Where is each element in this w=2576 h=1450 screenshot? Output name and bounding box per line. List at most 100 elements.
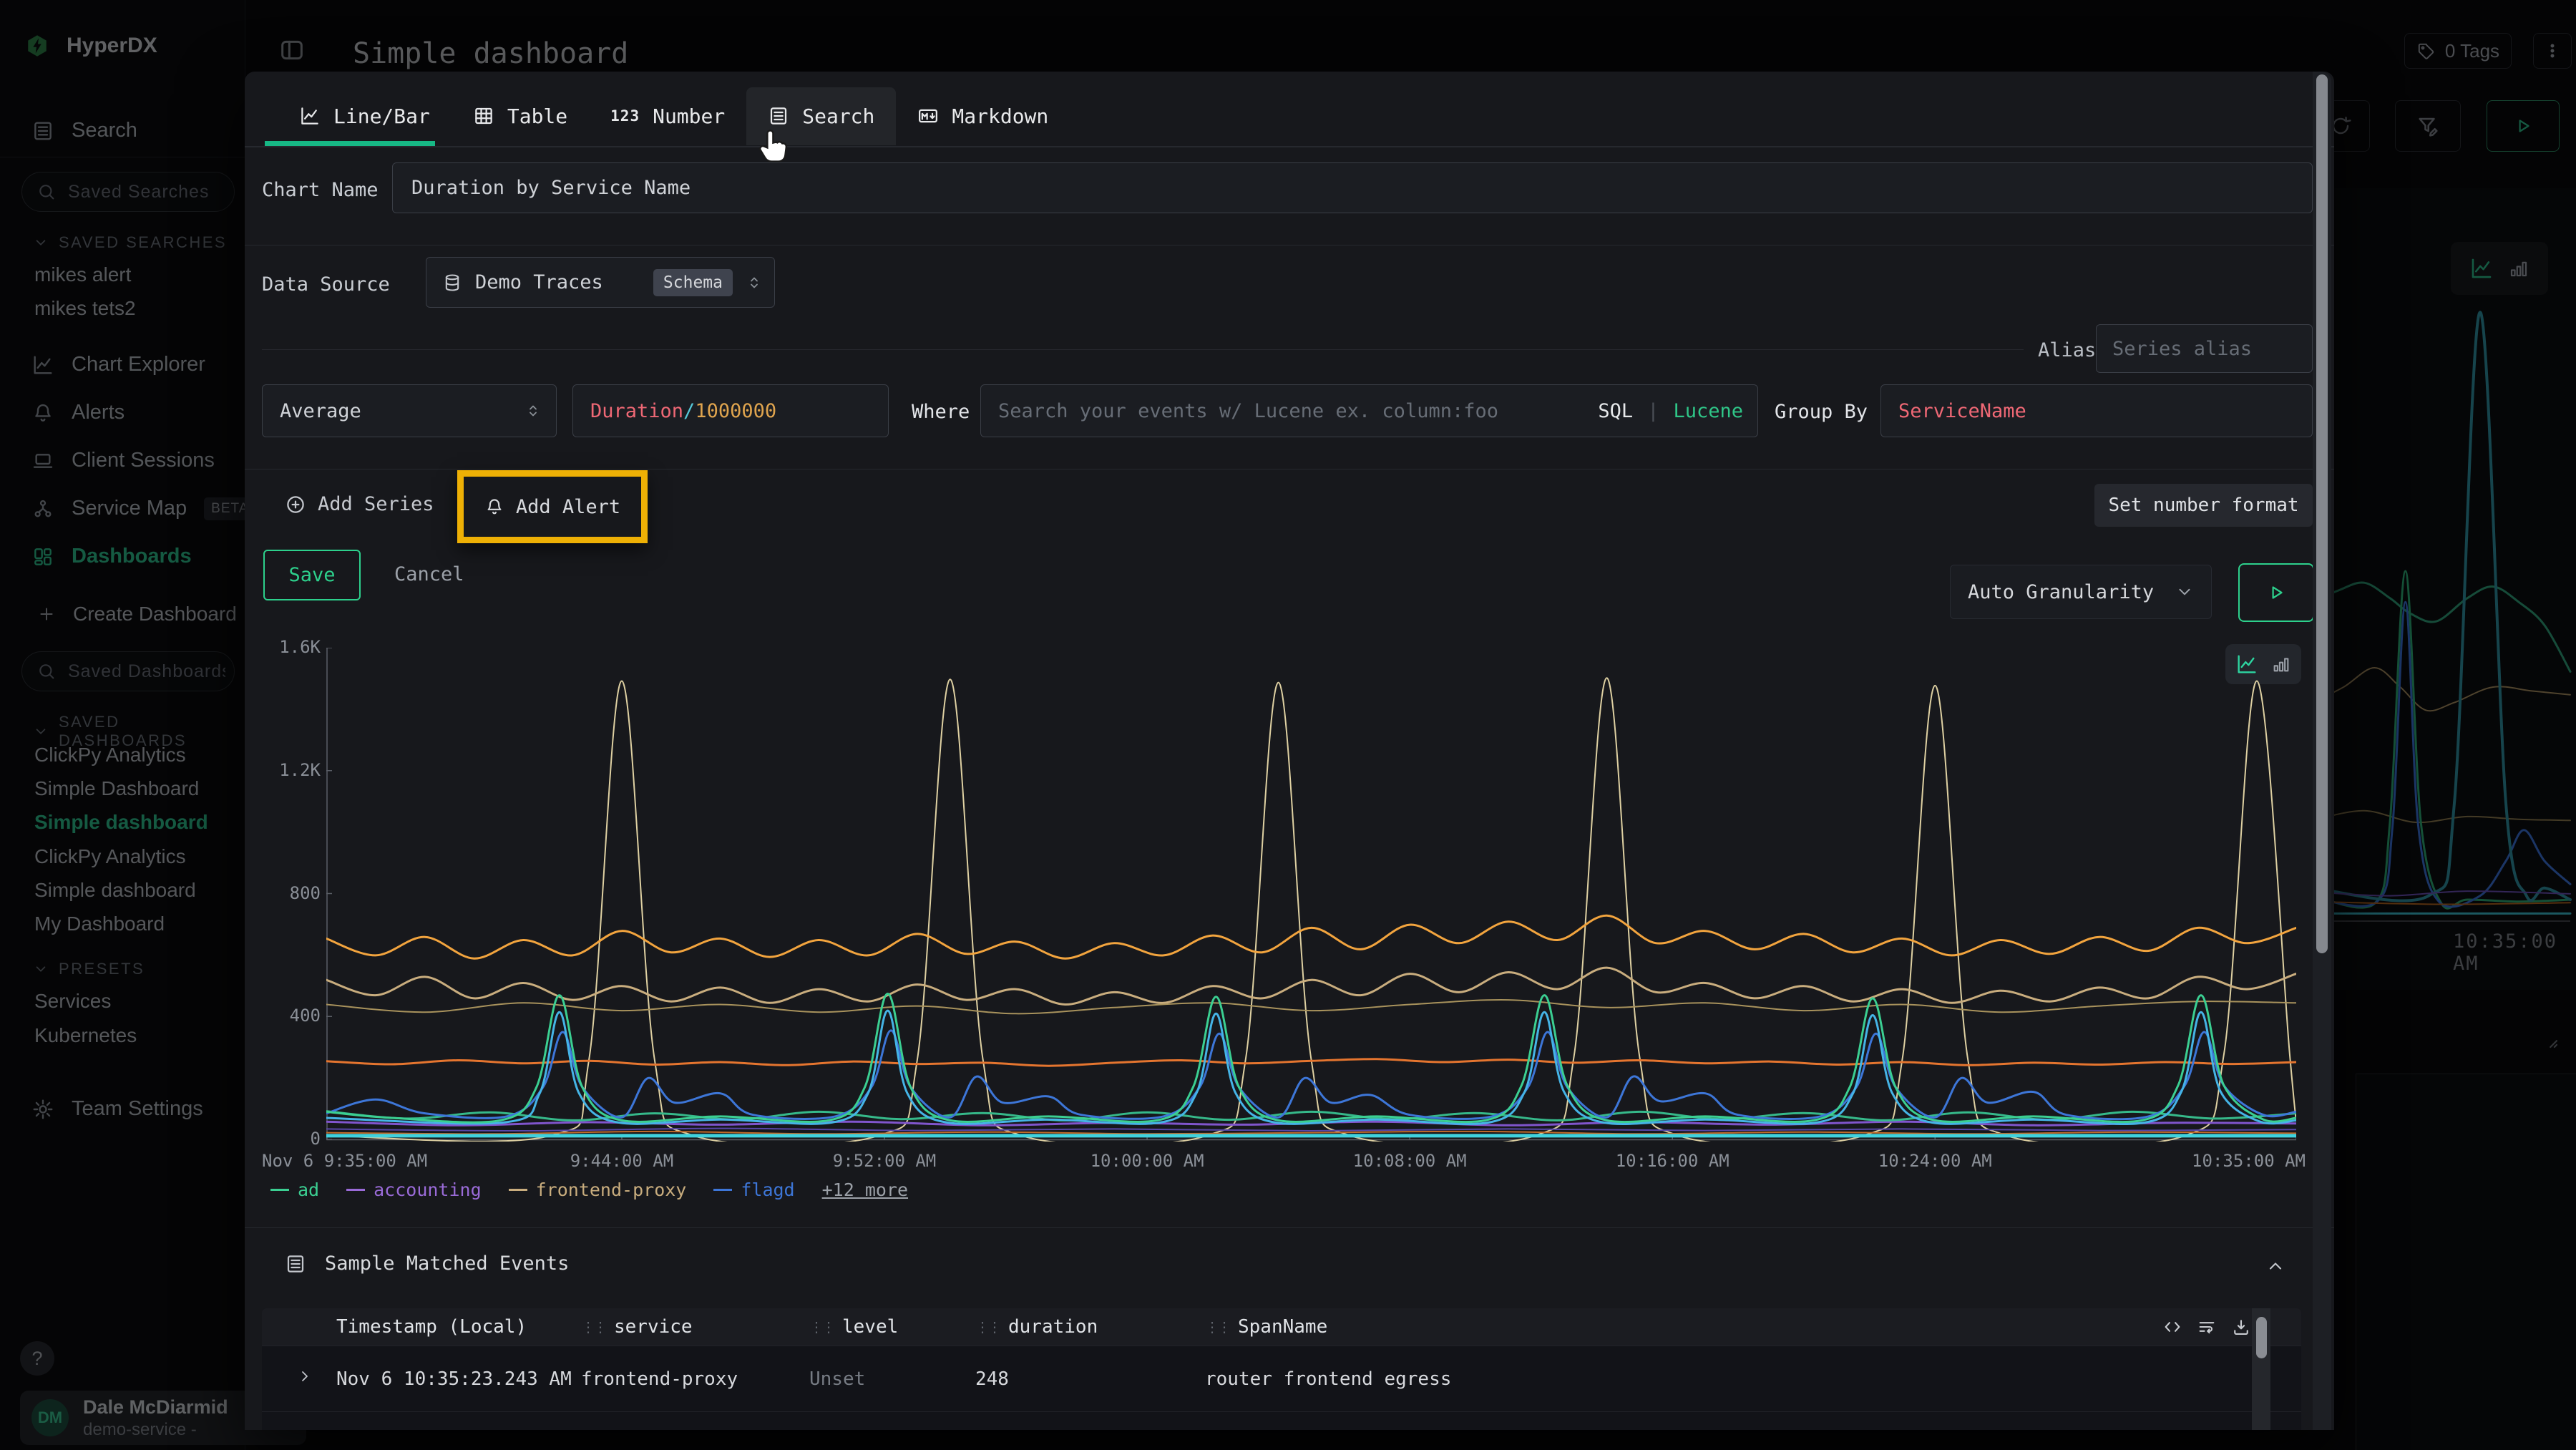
chart-name-input[interactable]: Duration by Service Name [392, 162, 2313, 213]
editor-tabs: Line/BarTable 123 Number Search Markdown [245, 84, 1070, 147]
table-row[interactable]: Nov 6 10:35:23.243 AMfrontend-proxy Unset… [262, 1346, 2301, 1412]
where-search-input[interactable]: Search your events w/ Lucene ex. column:… [980, 384, 1758, 437]
chevron-updown-icon [746, 274, 763, 291]
row-cell: Unset [809, 1412, 865, 1430]
group-by-input[interactable]: ServiceName [1880, 384, 2313, 437]
column-header-level[interactable]: ⋮⋮level [809, 1308, 898, 1346]
set-number-format-button[interactable]: Set number format [2094, 484, 2313, 527]
legend-item-frontend-proxy[interactable]: frontend-proxy [509, 1179, 687, 1200]
column-drag-handle[interactable]: ⋮⋮ [581, 1318, 605, 1335]
legend-swatch [713, 1189, 732, 1191]
tab-label: Number [653, 104, 725, 128]
row-cell: Nov 6 10:35:23.243 AM [336, 1346, 572, 1412]
legend-item-ad[interactable]: ad [270, 1179, 319, 1200]
chart-line-icon [299, 105, 321, 127]
screen: HyperDX Search Saved Searches SAVED SEAR… [0, 0, 2576, 1450]
markdown-icon [917, 105, 939, 127]
row-cell: router frontend egress [1205, 1346, 1451, 1412]
column-drag-handle[interactable]: ⋮⋮ [1205, 1318, 1229, 1335]
tab-table[interactable]: Table [452, 87, 589, 145]
series-spike-cream [326, 678, 2296, 1142]
field-expression-input[interactable]: Duration/1000000 [572, 384, 889, 437]
chart-editor-modal: Line/BarTable 123 Number Search Markdown Cha… [245, 72, 2334, 1430]
column-header-duration[interactable]: ⋮⋮ duration [975, 1308, 1098, 1346]
legend-more-link[interactable]: +12 more [822, 1179, 908, 1200]
data-source-select[interactable]: Demo Traces Schema [426, 257, 775, 308]
num123-icon: 123 [610, 107, 640, 125]
tab-number[interactable]: 123 Number [589, 87, 746, 145]
row-cell: frontend-proxy [581, 1346, 738, 1412]
add-alert-button[interactable]: Add Alert [484, 496, 620, 518]
tab-divider [245, 146, 2334, 147]
series-violet-flat [326, 1129, 2296, 1131]
cancel-button[interactable]: Cancel [394, 563, 464, 585]
mode-separator: | [1647, 400, 1659, 422]
sample-matched-events-title: Sample Matched Events [325, 1252, 569, 1275]
row-cell: 248 [975, 1412, 1009, 1430]
y-axis-label: 400 [259, 1006, 321, 1026]
tab-label: Search [802, 104, 874, 128]
collapse-section-icon[interactable] [2265, 1256, 2285, 1276]
granularity-value: Auto Granularity [1968, 581, 2154, 603]
events-table: Timestamp (Local)⋮⋮service⋮⋮level⋮⋮durat… [262, 1308, 2301, 1430]
group-by-value: ServiceName [1898, 400, 2026, 422]
row-cell: router frontend egress [1205, 1412, 1451, 1430]
chart-name-label: Chart Name [262, 179, 379, 201]
column-header-service[interactable]: ⋮⋮service [581, 1308, 693, 1346]
modal-scrollbar-thumb[interactable] [2316, 74, 2328, 953]
y-axis-label: 800 [259, 883, 321, 903]
series-orange-flat [326, 1132, 2296, 1134]
lucene-mode-button[interactable]: Lucene [1673, 400, 1743, 422]
x-axis-label: 10:00:00 AM [1091, 1151, 1204, 1171]
row-cell: 248 [975, 1346, 1009, 1412]
run-query-button[interactable] [2238, 563, 2314, 622]
sample-matched-events-header[interactable]: Sample Matched Events [285, 1252, 569, 1275]
expand-row-icon[interactable] [296, 1368, 313, 1385]
legend-item-flagd[interactable]: flagd [713, 1179, 794, 1200]
legend-item-accounting[interactable]: accounting [346, 1179, 482, 1200]
duration-chart [326, 648, 2296, 1142]
series-cyan-spike [326, 1011, 2296, 1124]
x-axis-label: 10:24:00 AM [1878, 1151, 1992, 1171]
row-cell: Unset [809, 1346, 865, 1412]
events-table-header: Timestamp (Local)⋮⋮service⋮⋮level⋮⋮durat… [262, 1308, 2301, 1346]
aggregation-select[interactable]: Average [262, 384, 557, 437]
database-icon [442, 273, 462, 293]
set-number-format-label: Set number format [2108, 495, 2298, 516]
save-button[interactable]: Save [263, 550, 361, 600]
table-row[interactable]: Nov 6 10:35:23.243 AM frontend-proxy Unset… [262, 1411, 2301, 1430]
series-alias-input[interactable]: Series alias [2096, 324, 2313, 373]
column-label: SpanName [1238, 1316, 1327, 1338]
table-icon [473, 105, 494, 127]
tab-markdown[interactable]: Markdown [896, 87, 1070, 145]
column-drag-handle[interactable]: ⋮⋮ [809, 1318, 834, 1335]
row-cell: Nov 6 10:35:23.243 AM [336, 1412, 572, 1430]
where-label: Where [912, 401, 970, 423]
add-series-label: Add Series [318, 493, 434, 515]
y-axis-label: 1.6K [259, 637, 321, 657]
column-header-spanname[interactable]: ⋮⋮ SpanName [1205, 1308, 1327, 1346]
table-scrollbar-thumb[interactable] [2256, 1317, 2267, 1358]
doc-list-icon [285, 1253, 306, 1275]
column-header-timestamp-local-[interactable]: Timestamp (Local) [336, 1308, 527, 1346]
add-series-button[interactable]: Add Series [285, 493, 434, 515]
column-label: duration [1008, 1316, 1098, 1338]
download-icon[interactable] [2231, 1317, 2251, 1337]
x-axis-label: 9:44:00 AM [570, 1151, 674, 1171]
column-drag-handle[interactable]: ⋮⋮ [975, 1318, 1000, 1335]
active-tab-underline [265, 141, 435, 146]
sql-mode-button[interactable]: SQL [1598, 400, 1633, 422]
y-axis-label: 0 [259, 1129, 321, 1149]
row-cell: frontend-proxy [581, 1412, 738, 1430]
tab-line-bar[interactable]: Line/Bar [278, 87, 452, 145]
wrap-lines-icon[interactable] [2197, 1317, 2217, 1337]
doc-list-icon [768, 105, 789, 127]
chevron-updown-icon [525, 402, 542, 419]
plus-circle-icon [285, 494, 306, 515]
legend-label: flagd [741, 1179, 794, 1200]
x-axis-label: 10:16:00 AM [1616, 1151, 1729, 1171]
alias-divider [262, 349, 2024, 350]
table-sql-icon[interactable] [2162, 1317, 2182, 1337]
expression-field: Duration [590, 400, 683, 422]
granularity-select[interactable]: Auto Granularity [1950, 565, 2212, 619]
